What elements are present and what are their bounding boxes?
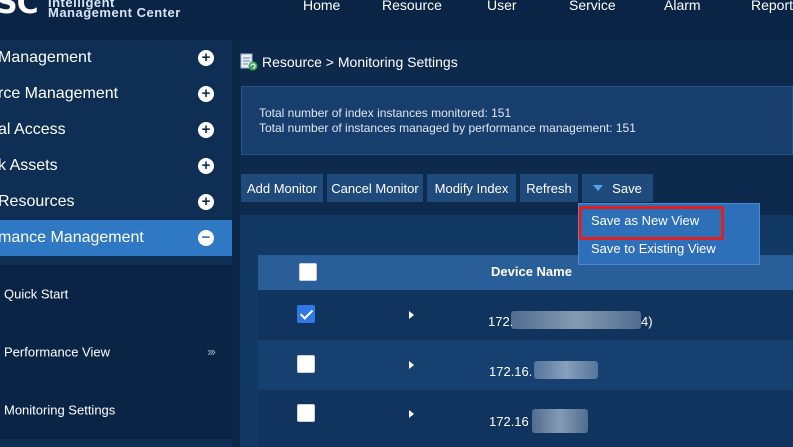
column-device-name[interactable]: Device Name (491, 264, 572, 279)
redacted-text (511, 311, 641, 329)
sidebar-item-label: rce Management (0, 85, 119, 102)
row-checkbox[interactable] (297, 305, 315, 323)
nav-report[interactable]: Report (751, 0, 793, 13)
sidebar-item-terminal-access[interactable]: al Access + (0, 112, 232, 148)
row-checkbox[interactable] (297, 404, 315, 422)
nav-alarm[interactable]: Alarm (664, 0, 701, 13)
logo-line-2: Management Center (48, 5, 181, 20)
caret-down-icon (593, 185, 604, 191)
nav-service[interactable]: Service (569, 0, 616, 13)
table-row[interactable]: 172.16 (258, 390, 793, 447)
logo-mark: SC (0, 0, 39, 21)
resource-page-icon (240, 53, 258, 71)
sidebar-item-label: k Assets (0, 157, 58, 174)
breadcrumb-text: Resource > Monitoring Settings (262, 54, 458, 70)
expand-row-icon[interactable] (409, 361, 414, 369)
sidebar-item-resource-management[interactable]: rce Management + (0, 76, 232, 112)
device-name-suffix: 4) (641, 314, 653, 329)
sidebar-item-management[interactable]: Management + (0, 40, 232, 76)
sidebar-item-label: Resources (0, 193, 75, 210)
plus-circle-icon[interactable]: + (198, 50, 214, 66)
sidebar-item-label: Management (0, 49, 92, 66)
subitem-monitoring-settings[interactable]: Monitoring Settings (0, 381, 232, 439)
summary-monitored: Total number of index instances monitore… (259, 106, 512, 120)
subitem-label: Quick Start (4, 286, 69, 302)
subitem-quick-start[interactable]: Quick Start (0, 265, 232, 323)
menu-item-save-as-new-view[interactable]: Save as New View (591, 213, 699, 228)
top-bar: SC Intelligent Management Center Home Re… (0, 0, 793, 40)
sidebar-item-label: mance Management (0, 229, 144, 246)
menu-item-save-to-existing-view[interactable]: Save to Existing View (591, 241, 716, 256)
cancel-monitor-button[interactable]: Cancel Monitor (327, 174, 423, 202)
save-dropdown-menu: Save as New View Save to Existing View (578, 203, 760, 265)
sidebar-item-resources[interactable]: Resources + (0, 184, 232, 220)
minus-circle-icon[interactable]: − (198, 230, 214, 246)
summary-managed: Total number of instances managed by per… (259, 121, 636, 135)
expand-row-icon[interactable] (409, 410, 414, 418)
plus-circle-icon[interactable]: + (198, 194, 214, 210)
nav-resource[interactable]: Resource (382, 0, 442, 13)
subitem-label: Performance View (4, 344, 110, 360)
select-all-checkbox[interactable] (299, 263, 317, 281)
plus-circle-icon[interactable]: + (198, 122, 214, 138)
device-name: 172. (488, 314, 514, 329)
row-checkbox[interactable] (297, 355, 315, 373)
plus-circle-icon[interactable]: + (198, 86, 214, 102)
nav-home[interactable]: Home (303, 0, 340, 13)
sidebar: Management + rce Management + al Access … (0, 40, 232, 447)
subitem-label: Monitoring Settings (4, 402, 116, 418)
summary-box: Total number of index instances monitore… (241, 86, 793, 155)
nav-user[interactable]: User (487, 0, 517, 13)
sidebar-divider (232, 40, 240, 447)
table-row[interactable]: 172.16. (258, 340, 793, 390)
expand-arrows-icon[interactable]: ››› (207, 344, 216, 359)
sidebar-item-performance-management[interactable]: mance Management − (0, 220, 232, 256)
sidebar-item-label: al Access (0, 121, 66, 138)
toolbar: Add Monitor Cancel Monitor Modify Index … (241, 174, 657, 202)
device-name: 172.16. (489, 364, 533, 379)
expand-row-icon[interactable] (409, 311, 414, 319)
save-label: Save (612, 180, 642, 196)
modify-index-button[interactable]: Modify Index (427, 174, 516, 202)
redacted-text (532, 409, 588, 433)
add-monitor-button[interactable]: Add Monitor (241, 174, 323, 202)
refresh-button[interactable]: Refresh (520, 174, 578, 202)
save-button[interactable]: Save (582, 174, 653, 202)
redacted-text (534, 361, 598, 379)
breadcrumb: Resource > Monitoring Settings (240, 52, 458, 72)
table-row[interactable]: 172. 4) (258, 290, 793, 340)
device-name: 172.16 (489, 414, 529, 429)
sidebar-item-network-assets[interactable]: k Assets + (0, 148, 232, 184)
subitem-performance-view[interactable]: Performance View ››› (0, 323, 232, 381)
plus-circle-icon[interactable]: + (198, 158, 214, 174)
